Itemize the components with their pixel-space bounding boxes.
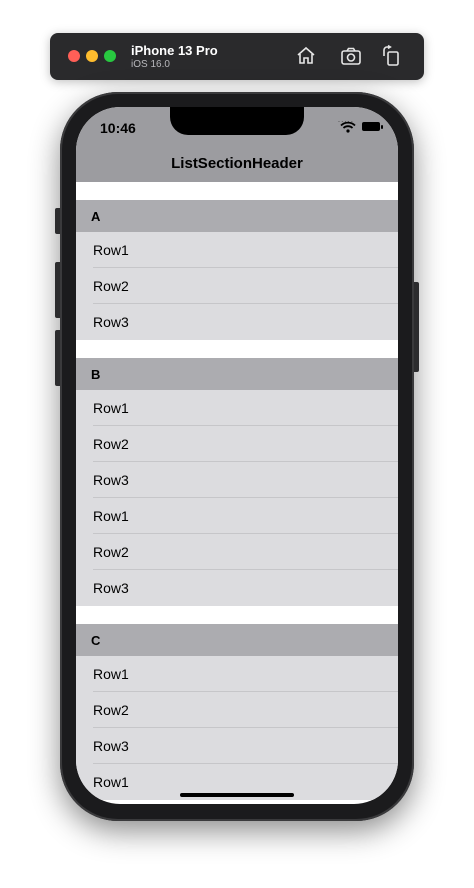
status-time: 10:46 — [100, 120, 136, 136]
list-row[interactable]: Row2 — [76, 534, 398, 570]
wifi-icon — [340, 121, 356, 133]
list-row[interactable]: Row3 — [76, 304, 398, 340]
section-header-c: C — [76, 624, 398, 656]
list-row[interactable]: Row2 — [76, 268, 398, 304]
list-row[interactable]: Row2 — [76, 426, 398, 462]
close-window-button[interactable] — [68, 50, 80, 62]
battery-icon — [362, 122, 383, 131]
list-row[interactable]: Row1 — [76, 498, 398, 534]
minimize-window-button[interactable] — [86, 50, 98, 62]
list-row[interactable]: Row1 — [76, 390, 398, 426]
simulator-toolbar: iPhone 13 Pro iOS 16.0 — [50, 33, 424, 80]
navigation-bar: 10:46 ..... ListSectionHeader — [76, 107, 398, 182]
section-spacer — [76, 340, 398, 358]
home-icon[interactable] — [294, 44, 318, 68]
section-spacer — [76, 606, 398, 624]
mute-switch — [55, 208, 60, 234]
section-header-b: B — [76, 358, 398, 390]
sectioned-list: A Row1 Row2 Row3 B Row1 Row2 Row3 Row1 R… — [76, 182, 398, 800]
list-row[interactable]: Row3 — [76, 462, 398, 498]
list-row[interactable]: Row3 — [76, 570, 398, 606]
section-header-a: A — [76, 200, 398, 232]
section-spacer — [76, 182, 398, 200]
side-button — [414, 282, 419, 372]
volume-down-button — [55, 330, 60, 386]
status-icons — [320, 121, 383, 133]
page-title: ListSectionHeader — [171, 155, 303, 172]
list-row[interactable]: Row3 — [76, 728, 398, 764]
rotate-icon[interactable] — [379, 44, 403, 68]
device-notch — [170, 107, 304, 135]
zoom-window-button[interactable] — [104, 50, 116, 62]
list-row[interactable]: Row1 — [76, 656, 398, 692]
os-version: iOS 16.0 — [131, 59, 170, 70]
device-screen: 10:46 ..... ListSectionHeader A Row1 Row… — [76, 107, 398, 804]
volume-up-button — [55, 262, 60, 318]
list-row[interactable]: Row2 — [76, 692, 398, 728]
list-row[interactable]: Row1 — [76, 232, 398, 268]
home-indicator[interactable] — [180, 793, 294, 797]
screenshot-icon[interactable] — [339, 44, 363, 68]
device-name: iPhone 13 Pro — [131, 43, 218, 58]
